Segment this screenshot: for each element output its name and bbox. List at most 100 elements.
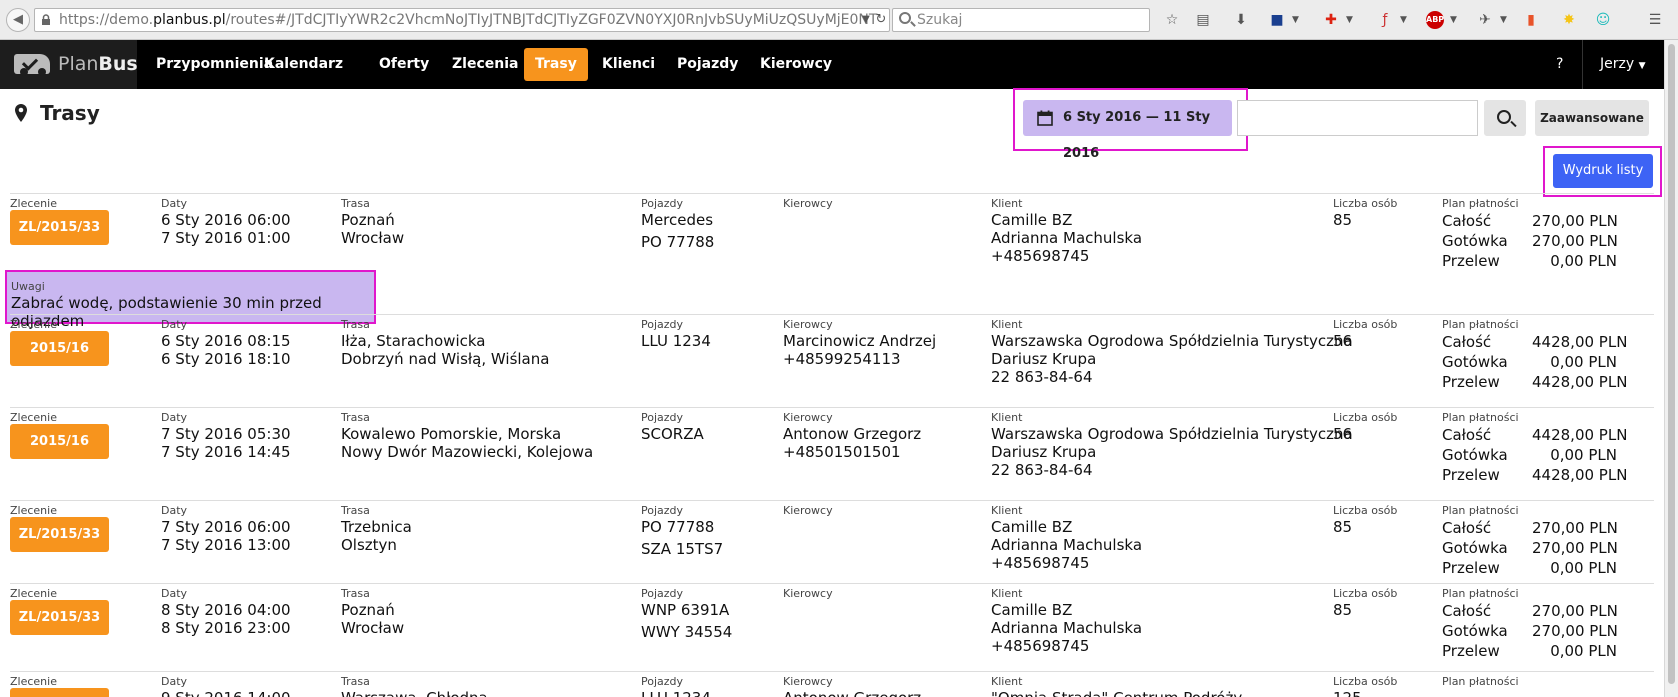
brand-logo[interactable]: PlanBus bbox=[0, 40, 138, 89]
pay-transfer-amount: 4428,00 PLN bbox=[1532, 466, 1628, 484]
user-name: Jerzy bbox=[1600, 56, 1635, 72]
client-phone: +485698745 bbox=[991, 637, 1090, 655]
table-row[interactable]: Zlecenie 2015/16 Daty 7 Sty 2016 05:30 7… bbox=[10, 407, 1654, 500]
search-input[interactable] bbox=[1237, 100, 1478, 136]
order-button[interactable]: 2015/16 bbox=[10, 424, 109, 459]
user-menu[interactable]: Jerzy ▼ bbox=[1600, 48, 1646, 81]
reload-icon[interactable]: ↻ bbox=[872, 8, 890, 32]
persons-label: Liczba osób bbox=[1333, 504, 1398, 517]
payment-label: Plan płatności bbox=[1442, 504, 1519, 517]
pay-total-label: Całość bbox=[1442, 602, 1492, 620]
advanced-search-button[interactable]: Zaawansowane bbox=[1535, 100, 1649, 136]
order-button[interactable]: ZL/2015/33 bbox=[10, 600, 109, 635]
first-aid-icon[interactable]: ✚ bbox=[1322, 11, 1340, 29]
vehicle: WNP 6391A bbox=[641, 601, 730, 619]
help-link[interactable]: ? bbox=[1556, 48, 1563, 81]
chevron-down-icon[interactable]: ▼ bbox=[1400, 11, 1410, 29]
client-name: Warszawska Ogrodowa Spółdzielnia Turysty… bbox=[991, 425, 1353, 443]
nav-item-kierowcy[interactable]: Kierowcy bbox=[749, 48, 843, 81]
map-pin-icon bbox=[15, 104, 27, 122]
nav-item-oferty[interactable]: Oferty bbox=[368, 48, 440, 81]
calendar-icon bbox=[1037, 110, 1053, 126]
order-button[interactable]: ZL/2015/33 bbox=[10, 517, 109, 552]
table-row[interactable]: Zlecenie 2015/16 Daty 6 Sty 2016 08:15 6… bbox=[10, 314, 1654, 407]
dates-label: Daty bbox=[161, 318, 188, 331]
scrollbar[interactable] bbox=[1664, 40, 1678, 697]
persons-label: Liczba osób bbox=[1333, 197, 1398, 210]
pay-cash-label: Gotówka bbox=[1442, 232, 1508, 250]
dates-label: Daty bbox=[161, 197, 188, 210]
flash-icon[interactable]: ƒ bbox=[1376, 11, 1394, 29]
profile-icon[interactable]: ☺ bbox=[1594, 11, 1612, 29]
pay-transfer-amount: 0,00 PLN bbox=[1550, 252, 1617, 270]
start-date: 7 Sty 2016 06:00 bbox=[161, 518, 291, 536]
route-from: Trzebnica bbox=[341, 518, 412, 536]
back-button[interactable]: ◀ bbox=[6, 8, 30, 32]
url-bar[interactable]: https://demo.planbus.pl/routes#/JTdCJTIy… bbox=[34, 8, 890, 32]
vehicle: Mercedes bbox=[641, 211, 714, 229]
vehicles-label: Pojazdy bbox=[641, 197, 684, 210]
pay-total-label: Całość bbox=[1442, 426, 1492, 444]
nav-item-trasy[interactable]: Trasy bbox=[524, 48, 588, 81]
payment-label: Plan płatności bbox=[1442, 197, 1519, 210]
dates-label: Daty bbox=[161, 675, 188, 688]
save-icon[interactable]: ■ bbox=[1268, 11, 1286, 29]
nav-item-pojazdy[interactable]: Pojazdy bbox=[666, 48, 749, 81]
table-row[interactable]: Zlecenie Daty 9 Sty 2016 14:00 Trasa War… bbox=[10, 671, 1654, 697]
reading-list-icon[interactable]: ▤ bbox=[1194, 11, 1212, 29]
order-button[interactable] bbox=[10, 688, 109, 697]
browser-search-placeholder: Szukaj bbox=[917, 12, 963, 28]
vehicles-label: Pojazdy bbox=[641, 504, 684, 517]
caret-down-icon: ▼ bbox=[1638, 61, 1646, 71]
client-name: "Omnia Strada" Centrum Podróży bbox=[991, 689, 1242, 697]
menu-icon[interactable]: ☰ bbox=[1646, 11, 1664, 29]
scrollbar-thumb[interactable] bbox=[1668, 44, 1675, 684]
chevron-down-icon[interactable]: ▼ bbox=[1450, 11, 1460, 29]
route-label: Trasa bbox=[341, 411, 370, 424]
chevron-down-icon[interactable]: ▼ bbox=[1500, 11, 1510, 29]
route-to: Olsztyn bbox=[341, 536, 397, 554]
pay-cash-label: Gotówka bbox=[1442, 446, 1508, 464]
vehicles-label: Pojazdy bbox=[641, 411, 684, 424]
pay-transfer-amount: 0,00 PLN bbox=[1550, 642, 1617, 660]
client-name: Camille BZ bbox=[991, 211, 1073, 229]
chevron-down-icon[interactable]: ▼ bbox=[1346, 11, 1356, 29]
start-date: 8 Sty 2016 04:00 bbox=[161, 601, 291, 619]
nav-item-zlecenia[interactable]: Zlecenia bbox=[441, 48, 529, 81]
table-row[interactable]: Zlecenie ZL/2015/33 Daty 8 Sty 2016 04:0… bbox=[10, 583, 1654, 671]
client-label: Klient bbox=[991, 411, 1023, 424]
download-icon[interactable]: ⬇ bbox=[1232, 11, 1250, 29]
page-title: Trasy bbox=[40, 101, 100, 125]
table-row[interactable]: Zlecenie ZL/2015/33 Daty 7 Sty 2016 06:0… bbox=[10, 500, 1654, 583]
order-button[interactable]: 2015/16 bbox=[10, 331, 109, 366]
pay-transfer-label: Przelew bbox=[1442, 559, 1500, 577]
date-range-button[interactable]: 6 Sty 2016 — 11 Sty 2016 bbox=[1023, 100, 1232, 161]
order-label: Zlecenie bbox=[10, 675, 57, 688]
route-from: Warszawa, Chłodna bbox=[341, 689, 488, 697]
order-label: Zlecenie bbox=[10, 504, 57, 517]
route-from: Poznań bbox=[341, 601, 395, 619]
pay-transfer-label: Przelew bbox=[1442, 252, 1500, 270]
search-icon bbox=[1497, 110, 1511, 124]
start-date: 9 Sty 2016 14:00 bbox=[161, 689, 291, 697]
client-label: Klient bbox=[991, 587, 1023, 600]
client-name: Warszawska Ogrodowa Spółdzielnia Turysty… bbox=[991, 332, 1353, 350]
extension-icon[interactable]: ✈ bbox=[1476, 11, 1494, 29]
adblock-icon[interactable]: ABP bbox=[1426, 11, 1444, 29]
start-date: 6 Sty 2016 06:00 bbox=[161, 211, 291, 229]
nav-item-klienci[interactable]: Klienci bbox=[591, 48, 666, 81]
search-button[interactable] bbox=[1484, 100, 1526, 136]
persons-label: Liczba osób bbox=[1333, 675, 1398, 688]
pay-cash-label: Gotówka bbox=[1442, 539, 1508, 557]
print-list-button[interactable]: Wydruk listy bbox=[1553, 154, 1653, 188]
nav-item-kalendarz[interactable]: Kalendarz bbox=[253, 48, 354, 81]
chevron-down-icon[interactable]: ▼ bbox=[1292, 11, 1302, 29]
vehicle: SZA 15TS7 bbox=[641, 540, 724, 558]
battery-icon[interactable]: ▮ bbox=[1522, 11, 1540, 29]
client-name: Camille BZ bbox=[991, 601, 1073, 619]
star-icon[interactable]: ☆ bbox=[1163, 11, 1181, 29]
order-button[interactable]: ZL/2015/33 bbox=[10, 210, 109, 245]
browser-search-input[interactable]: Szukaj bbox=[892, 8, 1150, 32]
sun-icon[interactable]: ✸ bbox=[1560, 11, 1578, 29]
payment-label: Plan płatności bbox=[1442, 318, 1519, 331]
